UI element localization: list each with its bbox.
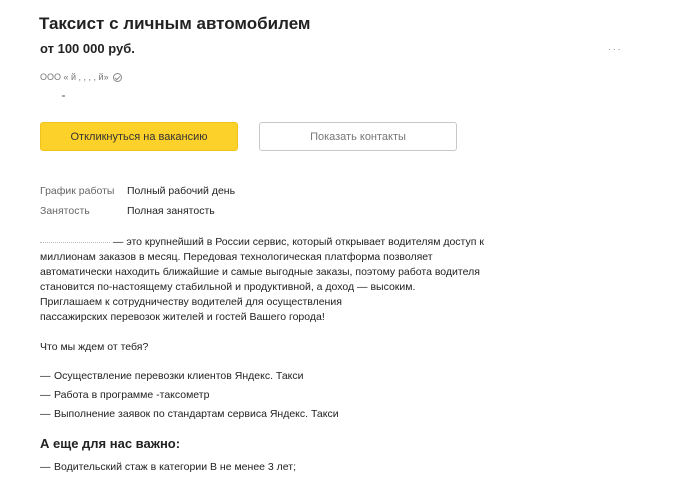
expectations-list: — Осуществление перевозки клиентов Яндек… — [40, 366, 339, 423]
employer-address-dot — [62, 95, 65, 97]
list-item: — Водительский стаж в категории В не мен… — [40, 457, 296, 476]
description-intro: — это крупнейший в России сервис, которы… — [40, 235, 490, 295]
dash-bullet: — — [40, 460, 51, 473]
description-intro-text: — это крупнейший в России сервис, которы… — [40, 236, 484, 293]
property-schedule: График работы Полный рабочий день — [40, 181, 235, 201]
dash-bullet: — — [40, 369, 51, 382]
list-item: — Выполнение заявок по стандартам сервис… — [40, 404, 339, 423]
property-value: Полная занятость — [127, 205, 215, 217]
property-key: График работы — [40, 185, 115, 197]
description-invite-1: Приглашаем к сотрудничеству водителей дл… — [40, 296, 342, 308]
corner-mark: · · · — [608, 45, 621, 54]
vacancy-salary: от 100 000 руб. — [40, 41, 135, 56]
list-item: — Осуществление перевозки клиентов Яндек… — [40, 366, 339, 385]
employer-link[interactable]: ООО « й , , , , й» — [40, 72, 122, 82]
property-key: Занятость — [40, 205, 90, 217]
employer-name: ООО « й , , , , й» — [40, 72, 109, 82]
description-invite-2: пассажирских перевозок жителей и гостей … — [40, 311, 325, 323]
requirements-title: А еще для нас важно: — [40, 436, 181, 451]
property-employment: Занятость Полная занятость — [40, 201, 235, 221]
list-item-text: Осуществление перевозки клиентов Яндекс.… — [54, 369, 304, 382]
requirements-list: — Водительский стаж в категории В не мен… — [40, 457, 296, 476]
dash-bullet: — — [40, 388, 51, 401]
vacancy-page: Таксист с личным автомобилем от 100 000 … — [0, 0, 691, 480]
expectations-question: Что мы ждем от тебя? — [40, 341, 149, 353]
property-value: Полный рабочий день — [127, 185, 236, 197]
dash-bullet: — — [40, 407, 51, 420]
list-item-text: Работа в программе -таксометр — [54, 388, 210, 401]
list-item: — Работа в программе -таксометр — [40, 385, 339, 404]
vacancy-title: Таксист с личным автомобилем — [39, 14, 311, 33]
list-item-text: Водительский стаж в категории В не менее… — [54, 460, 297, 473]
vacancy-description: — это крупнейший в России сервис, которы… — [40, 235, 490, 325]
list-item-text: Выполнение заявок по стандартам сервиса … — [54, 407, 339, 420]
vacancy-properties: График работы Полный рабочий день Занято… — [40, 181, 235, 221]
verified-icon — [112, 72, 122, 82]
redacted-company — [40, 241, 110, 243]
show-contacts-button[interactable]: Показать контакты — [259, 122, 457, 151]
respond-button[interactable]: Откликнуться на вакансию — [40, 122, 238, 151]
